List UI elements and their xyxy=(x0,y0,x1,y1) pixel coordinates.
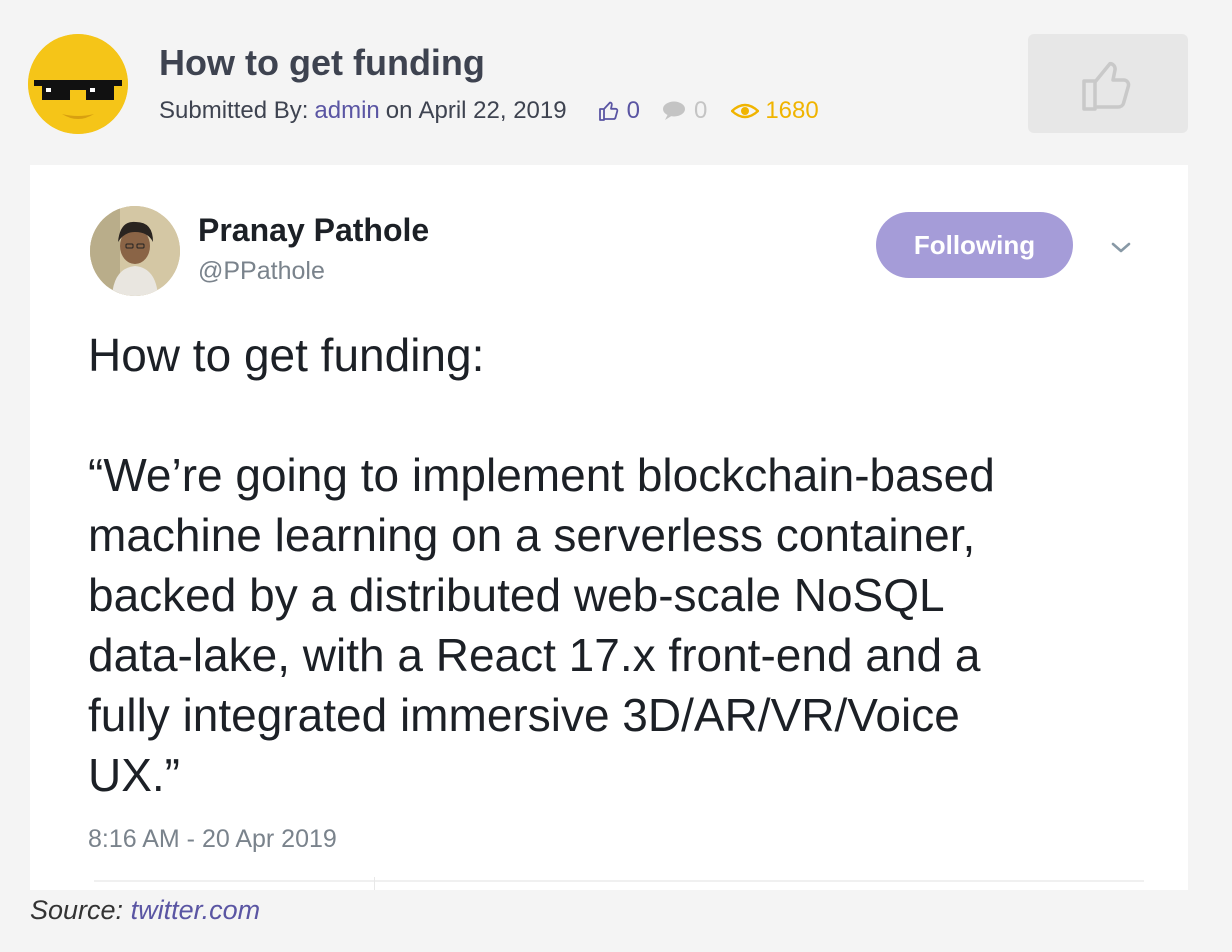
tweet-divider xyxy=(94,880,1144,882)
tweet-text-line: machine learning on a serverless contain… xyxy=(88,509,976,561)
tweet-divider-tick xyxy=(374,877,375,890)
embedded-tweet: Pranay Pathole @PPathole Following How t… xyxy=(30,165,1188,890)
person-avatar-image xyxy=(90,206,180,296)
post-meta: Submitted By: admin on April 22, 2019 0 … xyxy=(159,97,819,125)
source-credit: Source: twitter.com xyxy=(30,895,260,926)
author-avatar[interactable] xyxy=(28,34,128,134)
tweet-author-handle[interactable]: @PPathole xyxy=(198,257,325,286)
tweet-text: How to get funding: “We’re going to impl… xyxy=(88,325,1168,805)
tweet-text-line: How to get funding: xyxy=(88,329,485,381)
view-count-value: 1680 xyxy=(765,97,819,124)
chevron-down-icon[interactable] xyxy=(1106,237,1136,257)
tweet-text-line: fully integrated immersive 3D/AR/VR/Voic… xyxy=(88,689,960,741)
thumbs-up-icon xyxy=(598,101,618,121)
comment-count[interactable]: 0 xyxy=(662,97,707,125)
like-button[interactable] xyxy=(1028,34,1188,133)
like-count[interactable]: 0 xyxy=(597,97,640,125)
view-count: 1680 xyxy=(731,97,819,125)
tweet-text-line: data-lake, with a React 17.x front-end a… xyxy=(88,629,981,681)
comment-icon xyxy=(662,101,685,120)
source-label: Source: xyxy=(30,895,124,925)
tweet-author-name[interactable]: Pranay Pathole xyxy=(198,212,429,249)
thumbs-up-icon xyxy=(1082,61,1131,111)
tweet-author-avatar[interactable] xyxy=(90,206,180,296)
sunglasses-face-icon xyxy=(28,34,128,134)
tweet-text-line: “We’re going to implement blockchain-bas… xyxy=(88,449,995,501)
tweet-text-line: UX.” xyxy=(88,749,180,801)
tweet-text-line: backed by a distributed web-scale NoSQL xyxy=(88,569,945,621)
comment-count-value: 0 xyxy=(693,97,708,124)
author-link[interactable]: admin xyxy=(314,97,379,125)
submitted-label: Submitted By: xyxy=(159,97,309,124)
like-count-value: 0 xyxy=(626,97,640,124)
on-label: on xyxy=(385,97,413,124)
post-page: How to get funding Submitted By: admin o… xyxy=(0,0,1232,952)
tweet-timestamp[interactable]: 8:16 AM - 20 Apr 2019 xyxy=(88,825,337,854)
post-date: April 22, 2019 xyxy=(418,97,567,124)
source-link[interactable]: twitter.com xyxy=(131,895,261,925)
tweet-text-spacer xyxy=(88,385,1168,445)
eye-icon xyxy=(731,103,760,119)
post-title: How to get funding xyxy=(159,42,485,83)
following-button[interactable]: Following xyxy=(876,212,1073,278)
